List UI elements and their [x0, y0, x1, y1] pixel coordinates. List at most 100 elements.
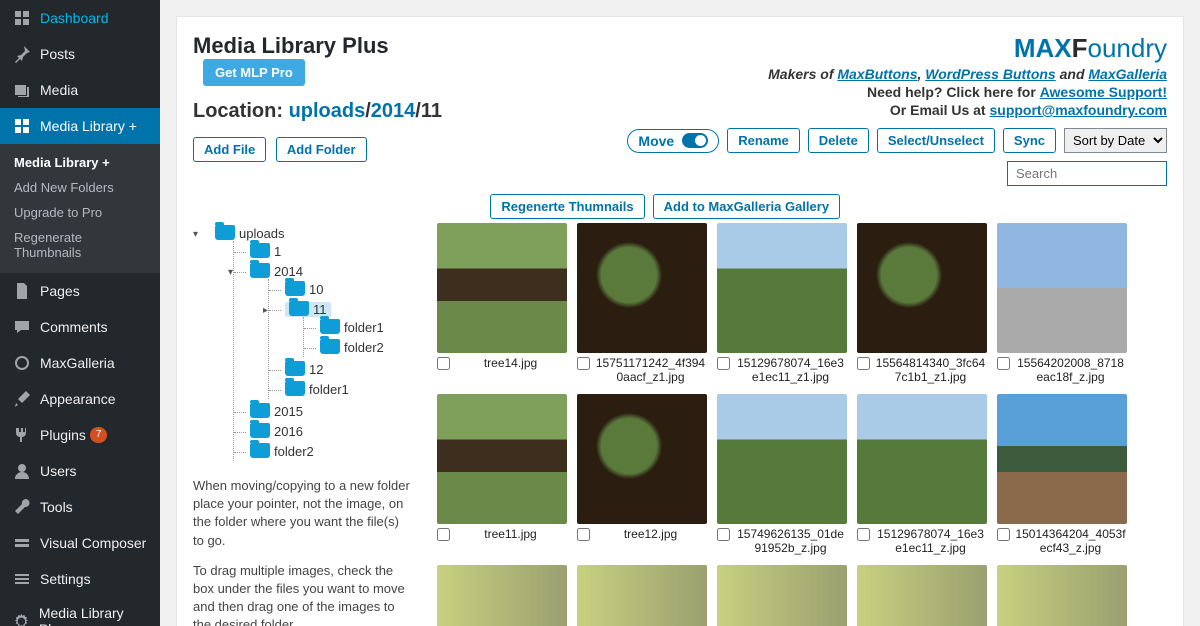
file-thumb[interactable]: tree12.jpg: [577, 394, 707, 555]
file-name: 15564814340_3fc647c1b1_z1.jpg: [874, 356, 987, 384]
breadcrumb-11: 11: [421, 100, 442, 122]
file-thumb[interactable]: [857, 565, 987, 626]
sidebar-item-appearance[interactable]: Appearance: [0, 381, 160, 417]
sidebar-item-users[interactable]: Users: [0, 453, 160, 489]
link-wpbuttons[interactable]: WordPress Buttons: [925, 66, 1055, 82]
file-thumb[interactable]: [717, 565, 847, 626]
sidebar-item-posts[interactable]: Posts: [0, 36, 160, 72]
file-checkbox[interactable]: [577, 357, 590, 370]
file-name: tree12.jpg: [594, 527, 707, 541]
delete-button[interactable]: Delete: [808, 128, 869, 153]
folder-folder1[interactable]: folder1: [285, 382, 349, 397]
folder-1[interactable]: 1: [250, 244, 281, 259]
sidebar-item-visual-composer[interactable]: Visual Composer: [0, 525, 160, 561]
file-name: tree14.jpg: [454, 356, 567, 370]
tree-expander-icon[interactable]: ▸: [263, 305, 273, 315]
folder-icon: [250, 243, 270, 258]
sort-select[interactable]: Sort by Date: [1064, 128, 1167, 153]
folder-uploads[interactable]: uploads: [215, 226, 285, 241]
folder-2014[interactable]: 2014: [250, 264, 303, 279]
dashboard-icon: [12, 8, 32, 28]
folder-folder2[interactable]: folder2: [320, 340, 384, 355]
thumbnail-image: [857, 223, 987, 353]
file-thumb[interactable]: tree14.jpg: [437, 223, 567, 384]
folder-10[interactable]: 10: [285, 282, 323, 297]
link-email[interactable]: support@maxfoundry.com: [989, 102, 1167, 118]
thumbnail-image: [437, 565, 567, 626]
file-thumb[interactable]: [437, 565, 567, 626]
sidebar-item-tools[interactable]: Tools: [0, 489, 160, 525]
file-thumb[interactable]: 15749626135_01de91952b_z.jpg: [717, 394, 847, 555]
sidebar-item-label: Pages: [40, 283, 80, 299]
get-pro-button[interactable]: Get MLP Pro: [203, 59, 305, 86]
file-checkbox[interactable]: [857, 528, 870, 541]
select-unselect-button[interactable]: Select/Unselect: [877, 128, 995, 153]
file-checkbox[interactable]: [577, 528, 590, 541]
sidebar-sub-upgrade-to-pro[interactable]: Upgrade to Pro: [0, 200, 160, 225]
file-checkbox[interactable]: [717, 528, 730, 541]
sidebar-item-media-library-plus[interactable]: Media Library Plus: [0, 597, 160, 626]
file-thumb[interactable]: [577, 565, 707, 626]
thumbnail-image: [437, 223, 567, 353]
file-checkbox[interactable]: [997, 528, 1010, 541]
thumbnail-image: [717, 223, 847, 353]
file-thumb[interactable]: 15564814340_3fc647c1b1_z1.jpg: [857, 223, 987, 384]
file-thumb[interactable]: 15564202008_8718eac18f_z.jpg: [997, 223, 1127, 384]
sidebar-item-media[interactable]: Media: [0, 72, 160, 108]
breadcrumb-uploads[interactable]: uploads: [289, 100, 366, 122]
sidebar-item-label: Comments: [40, 319, 108, 335]
folder-2016[interactable]: 2016: [250, 424, 303, 439]
folder-icon: [250, 403, 270, 418]
folder-2015[interactable]: 2015: [250, 404, 303, 419]
search-input[interactable]: [1007, 161, 1167, 186]
tree-expander-icon[interactable]: ▾: [228, 267, 238, 277]
folder-11[interactable]: 11: [285, 302, 331, 317]
file-name: tree11.jpg: [454, 527, 567, 541]
sidebar-item-plugins[interactable]: Plugins7: [0, 417, 160, 453]
sidebar-sub-regenerate-thumbnails[interactable]: Regenerate Thumbnails: [0, 225, 160, 265]
file-checkbox[interactable]: [857, 357, 870, 370]
file-thumb[interactable]: tree11.jpg: [437, 394, 567, 555]
sidebar-item-pages[interactable]: Pages: [0, 273, 160, 309]
rename-button[interactable]: Rename: [727, 128, 800, 153]
sidebar-item-maxgalleria[interactable]: MaxGalleria: [0, 345, 160, 381]
maxfoundry-logo: MAXFoundry: [490, 33, 1167, 64]
file-thumb[interactable]: [997, 565, 1127, 626]
move-toggle[interactable]: Move: [627, 129, 719, 153]
thumbnail-image: [857, 565, 987, 626]
sidebar-item-settings[interactable]: Settings: [0, 561, 160, 597]
add-to-gallery-button[interactable]: Add to MaxGalleria Gallery: [653, 194, 840, 219]
sidebar-item-media-library-[interactable]: Media Library +: [0, 108, 160, 144]
sidebar-sub-media-library-[interactable]: Media Library +: [0, 150, 160, 175]
tree-expander-icon[interactable]: ▾: [193, 229, 203, 239]
update-badge: 7: [90, 427, 108, 443]
sync-button[interactable]: Sync: [1003, 128, 1056, 153]
link-support[interactable]: Awesome Support!: [1040, 84, 1167, 100]
sidebar-item-comments[interactable]: Comments: [0, 309, 160, 345]
file-thumb[interactable]: 15129678074_16e3e1ec11_z1.jpg: [717, 223, 847, 384]
sidebar-item-dashboard[interactable]: Dashboard: [0, 0, 160, 36]
link-maxgalleria[interactable]: MaxGalleria: [1088, 66, 1167, 82]
add-file-button[interactable]: Add File: [193, 137, 266, 162]
comment-icon: [12, 317, 32, 337]
file-checkbox[interactable]: [437, 528, 450, 541]
file-checkbox[interactable]: [437, 357, 450, 370]
file-checkbox[interactable]: [717, 357, 730, 370]
branding-block: MAXFoundry Makers of MaxButtons, WordPre…: [490, 33, 1167, 219]
file-thumb[interactable]: 15014364204_4053fecf43_z.jpg: [997, 394, 1127, 555]
folder-folder1[interactable]: folder1: [320, 320, 384, 335]
thumbnail-image: [997, 394, 1127, 524]
file-thumb[interactable]: 15751171242_4f3940aacf_z1.jpg: [577, 223, 707, 384]
link-maxbuttons[interactable]: MaxButtons: [837, 66, 917, 82]
ring-icon: [12, 353, 32, 373]
file-name: 15749626135_01de91952b_z.jpg: [734, 527, 847, 555]
file-thumb[interactable]: 15129678074_16e3e1ec11_z.jpg: [857, 394, 987, 555]
sidebar-sub-add-new-folders[interactable]: Add New Folders: [0, 175, 160, 200]
file-checkbox[interactable]: [997, 357, 1010, 370]
folder-12[interactable]: 12: [285, 362, 323, 377]
folder-icon: [215, 225, 235, 240]
folder-folder2[interactable]: folder2: [250, 444, 314, 459]
breadcrumb-2014[interactable]: 2014: [371, 100, 416, 122]
add-folder-button[interactable]: Add Folder: [276, 137, 367, 162]
regenerate-thumbnails-button[interactable]: Regenerte Thumnails: [490, 194, 644, 219]
